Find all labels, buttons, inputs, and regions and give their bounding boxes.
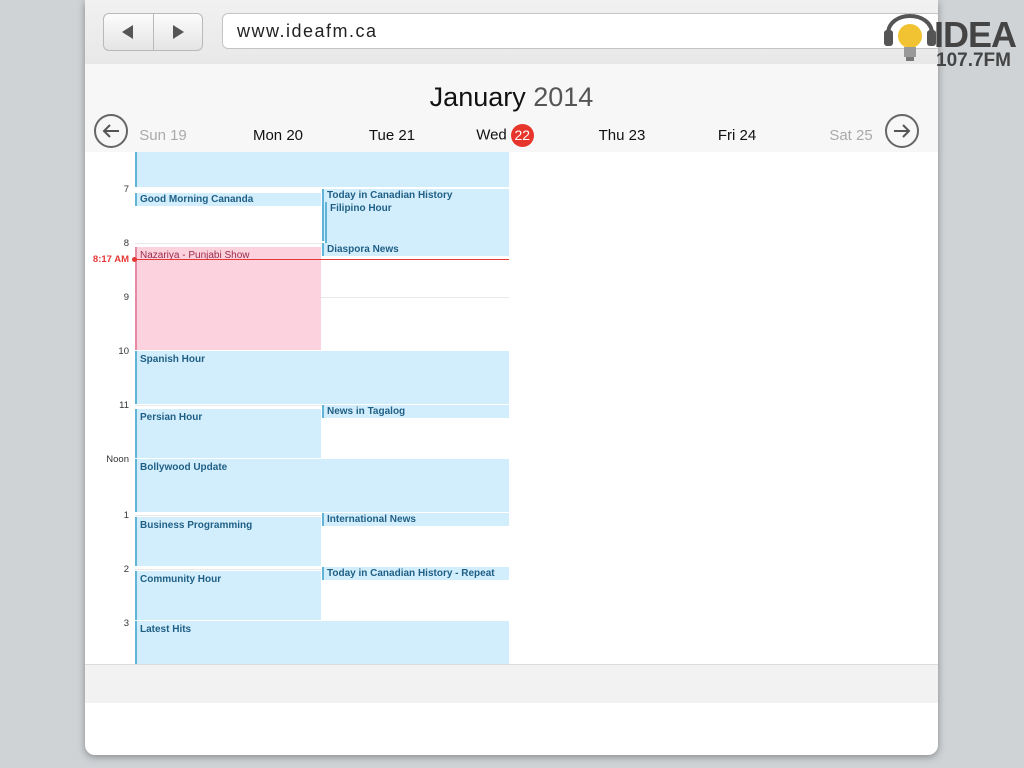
logo-frequency: 107.7FM [936, 50, 1011, 71]
day-header-wed[interactable]: Wed 22 [455, 124, 555, 147]
event-filipino-hour[interactable]: Filipino Hour [325, 202, 509, 243]
browser-toolbar: www.ideafm.ca [85, 0, 938, 65]
event-community-hour[interactable]: Community Hour [135, 571, 321, 620]
address-bar[interactable]: www.ideafm.ca [222, 13, 938, 49]
back-button[interactable] [104, 14, 153, 50]
event-news-tagalog[interactable]: News in Tagalog [322, 405, 509, 418]
event-business-programming[interactable]: Business Programming [135, 517, 321, 566]
event-persian-hour[interactable]: Persian Hour [135, 409, 321, 458]
triangle-left-icon [122, 25, 134, 39]
hour-label: 1 [123, 510, 129, 521]
month-title: January 2014 [85, 82, 938, 113]
hour-label: 7 [123, 184, 129, 195]
hour-label: Noon [106, 454, 129, 465]
event-latest-hits[interactable]: Latest Hits [135, 621, 509, 664]
event-good-morning[interactable]: Good Morning Cananda [135, 193, 321, 206]
week-grid[interactable]: 7 8 9 10 11 Noon 1 2 3 Good Morning Cana… [85, 152, 938, 664]
triangle-right-icon [172, 25, 184, 39]
hour-label: 9 [123, 292, 129, 303]
event-spanish-hour[interactable]: Spanish Hour [135, 351, 509, 404]
day-header-mon[interactable]: Mon 20 [228, 127, 328, 144]
history-nav-group [103, 13, 203, 51]
event-diaspora-news[interactable]: Diaspora News [322, 243, 509, 256]
event-history-repeat[interactable]: Today in Canadian History - Repeat [322, 567, 509, 580]
bottom-bar [85, 664, 938, 703]
day-header-tue[interactable]: Tue 21 [342, 127, 442, 144]
year: 2014 [533, 82, 594, 112]
hour-label: 10 [118, 346, 129, 357]
current-time-label: 8:17 AM [92, 254, 129, 265]
month-name: January [429, 82, 526, 112]
hour-label: 11 [119, 400, 129, 411]
day-header-thu[interactable]: Thu 23 [572, 127, 672, 144]
lightbulb-headphones-icon [884, 14, 936, 61]
current-time-line [133, 259, 509, 260]
hour-label: 8 [123, 238, 129, 249]
event-block-early[interactable] [135, 152, 509, 187]
hour-label: 3 [123, 618, 129, 629]
today-badge: 22 [510, 124, 534, 147]
hour-label: 2 [123, 564, 129, 575]
day-header-sat[interactable]: Sat 25 [801, 127, 901, 144]
day-header-sun[interactable]: Sun 19 [113, 127, 213, 144]
event-nazariya[interactable]: Nazariya - Punjabi Show [135, 247, 321, 350]
browser-window: www.ideafm.ca January 2014 Sun 19 Mon 20… [85, 0, 938, 755]
event-bollywood-update[interactable]: Bollywood Update [135, 459, 509, 512]
event-international-news[interactable]: International News [322, 513, 509, 526]
forward-button[interactable] [152, 14, 203, 50]
day-header-fri[interactable]: Fri 24 [687, 127, 787, 144]
station-logo: IDEA 107.7FM [882, 0, 1024, 72]
day-label-wed: Wed [476, 126, 507, 144]
calendar-header: January 2014 Sun 19 Mon 20 Tue 21 Wed 22 … [85, 64, 938, 153]
